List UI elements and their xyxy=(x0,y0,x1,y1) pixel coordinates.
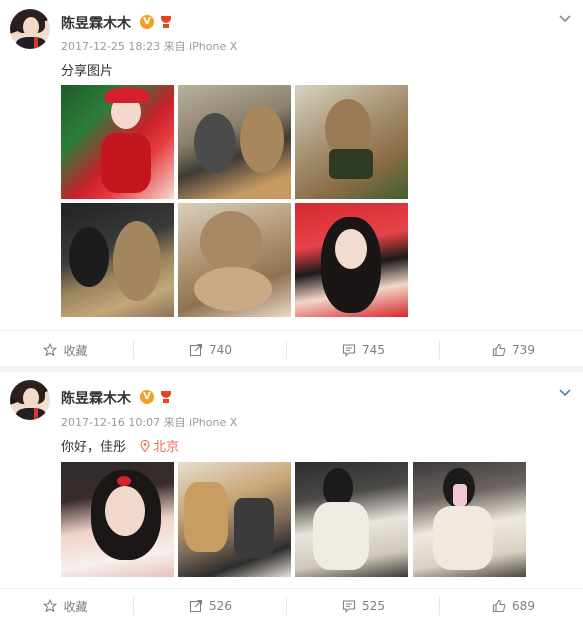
repost-button[interactable]: 526 xyxy=(138,589,283,622)
comment-icon xyxy=(342,344,356,357)
star-icon xyxy=(43,343,58,357)
author-name[interactable]: 陈昱霖木木 xyxy=(61,13,131,33)
action-bar: 收藏 740 745 739 xyxy=(0,330,583,368)
verified-badge-icon: V xyxy=(140,15,154,29)
location-pin-icon xyxy=(140,440,150,452)
repost-icon xyxy=(189,599,203,613)
post-text-content: 你好，佳彤 xyxy=(61,440,127,455)
post-image[interactable] xyxy=(178,203,291,317)
post-image[interactable] xyxy=(295,85,408,199)
post-image[interactable] xyxy=(295,462,408,577)
like-count: 739 xyxy=(512,343,535,357)
repost-icon xyxy=(189,343,203,357)
avatar[interactable] xyxy=(10,380,50,420)
weibo-post: 陈昱霖木木 V 2017-12-16 10:07 来自 iPhone X 你好，… xyxy=(0,370,583,622)
post-image[interactable] xyxy=(61,462,174,577)
author-name[interactable]: 陈昱霖木木 xyxy=(61,388,131,408)
post-image[interactable] xyxy=(178,85,291,199)
repost-button[interactable]: 740 xyxy=(138,331,283,369)
post-image[interactable] xyxy=(295,203,408,317)
weibo-post: 陈昱霖木木 V 2017-12-25 18:23 来自 iPhone X 分享图… xyxy=(0,0,583,368)
post-image[interactable] xyxy=(61,203,174,317)
chevron-down-icon[interactable] xyxy=(559,382,571,397)
verified-badge-icon: V xyxy=(140,390,154,404)
favorite-button[interactable]: 收藏 xyxy=(0,331,131,369)
chevron-down-icon[interactable] xyxy=(559,8,571,23)
favorite-label: 收藏 xyxy=(63,599,88,614)
comment-button[interactable]: 525 xyxy=(291,589,436,622)
avatar[interactable] xyxy=(10,9,50,49)
like-button[interactable]: 739 xyxy=(444,331,583,369)
repost-count: 526 xyxy=(209,599,232,613)
comment-count: 745 xyxy=(362,343,385,357)
comment-icon xyxy=(342,600,356,613)
comment-button[interactable]: 745 xyxy=(291,331,436,369)
like-count: 689 xyxy=(512,599,535,613)
location-label: 北京 xyxy=(153,440,180,455)
post-text: 分享图片 xyxy=(61,64,114,79)
favorite-button[interactable]: 收藏 xyxy=(0,589,131,622)
post-meta: 2017-12-25 18:23 来自 iPhone X xyxy=(61,40,238,53)
repost-count: 740 xyxy=(209,343,232,357)
gift-badge-icon xyxy=(160,15,172,29)
post-image[interactable] xyxy=(178,462,291,577)
location-link[interactable]: 北京 xyxy=(140,440,179,455)
favorite-label: 收藏 xyxy=(63,343,88,358)
star-icon xyxy=(43,599,58,613)
thumb-up-icon xyxy=(492,599,506,613)
post-image[interactable] xyxy=(61,85,174,199)
post-meta: 2017-12-16 10:07 来自 iPhone X xyxy=(61,416,238,429)
thumb-up-icon xyxy=(492,343,506,357)
action-bar: 收藏 526 525 689 xyxy=(0,588,583,622)
gift-badge-icon xyxy=(160,390,172,404)
post-image[interactable] xyxy=(413,462,526,577)
comment-count: 525 xyxy=(362,599,385,613)
post-text: 你好，佳彤 北京 xyxy=(61,436,179,455)
like-button[interactable]: 689 xyxy=(444,589,583,622)
